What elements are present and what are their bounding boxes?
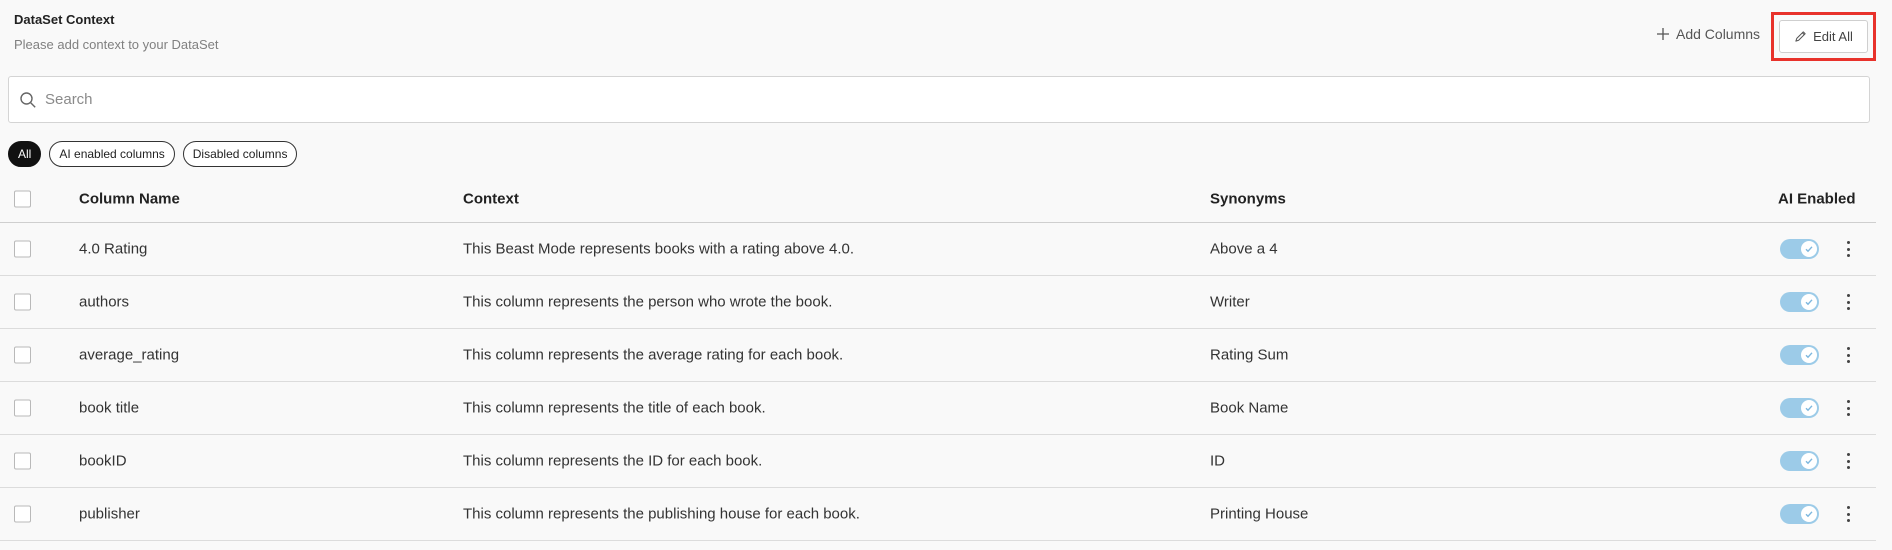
- table-row: publisher This column represents the pub…: [0, 488, 1876, 541]
- table-row: bookID This column represents the ID for…: [0, 435, 1876, 488]
- row-synonyms: Book Name: [1210, 399, 1289, 417]
- pencil-icon: [1795, 31, 1806, 42]
- page-header: DataSet Context Please add context to yo…: [14, 12, 219, 52]
- row-context: This Beast Mode represents books with a …: [463, 240, 855, 258]
- row-context: This column represents the publishing ho…: [463, 505, 860, 523]
- row-synonyms: Rating Sum: [1210, 346, 1289, 364]
- row-context: This column represents the person who wr…: [463, 293, 833, 311]
- edit-all-button[interactable]: Edit All: [1779, 20, 1868, 53]
- filter-ai-enabled[interactable]: AI enabled columns: [49, 141, 175, 167]
- search-box: [8, 76, 1870, 123]
- table-header-row: Column Name Context Synonyms AI Enabled: [0, 176, 1876, 223]
- row-synonyms: Writer: [1210, 293, 1250, 311]
- check-icon: [1805, 405, 1813, 412]
- table-row: average_rating This column represents th…: [0, 329, 1876, 382]
- ai-enabled-toggle[interactable]: [1780, 345, 1819, 365]
- row-context: This column represents the title of each…: [463, 399, 766, 417]
- check-icon: [1805, 511, 1813, 518]
- header-ai-enabled: AI Enabled: [1778, 190, 1856, 208]
- table-row: book title This column represents the ti…: [0, 382, 1876, 435]
- add-columns-button[interactable]: Add Columns: [1656, 26, 1760, 42]
- select-all-checkbox[interactable]: [14, 190, 31, 208]
- page-subtitle: Please add context to your DataSet: [14, 37, 219, 52]
- columns-table: Column Name Context Synonyms AI Enabled …: [0, 176, 1876, 541]
- filter-all[interactable]: All: [8, 141, 42, 167]
- row-synonyms: Above a 4: [1210, 240, 1278, 258]
- add-columns-label: Add Columns: [1676, 26, 1761, 42]
- filter-chips: All AI enabled columns Disabled columns: [8, 141, 298, 167]
- row-synonyms: ID: [1210, 452, 1225, 470]
- header-synonyms: Synonyms: [1210, 190, 1286, 208]
- plus-icon: [1657, 28, 1669, 40]
- row-column-name: average_rating: [79, 346, 180, 364]
- check-icon: [1805, 352, 1813, 359]
- page-title: DataSet Context: [14, 12, 115, 27]
- row-checkbox[interactable]: [14, 505, 31, 523]
- row-context: This column represents the ID for each b…: [463, 452, 763, 470]
- row-context: This column represents the average ratin…: [463, 346, 844, 364]
- row-menu-icon[interactable]: [1843, 398, 1853, 418]
- row-column-name: authors: [79, 293, 130, 311]
- check-icon: [1805, 246, 1813, 253]
- search-input[interactable]: [45, 91, 1845, 108]
- row-checkbox[interactable]: [14, 346, 31, 364]
- row-checkbox[interactable]: [14, 240, 31, 258]
- ai-enabled-toggle[interactable]: [1780, 398, 1819, 418]
- row-column-name: 4.0 Rating: [79, 240, 148, 258]
- table-row: authors This column represents the perso…: [0, 276, 1876, 329]
- ai-enabled-toggle[interactable]: [1780, 451, 1819, 471]
- table-row: 4.0 Rating This Beast Mode represents bo…: [0, 223, 1876, 276]
- row-checkbox[interactable]: [14, 293, 31, 311]
- ai-enabled-toggle[interactable]: [1780, 504, 1819, 524]
- header-column-name[interactable]: Column Name: [79, 191, 180, 208]
- row-menu-icon[interactable]: [1843, 504, 1853, 524]
- row-synonyms: Printing House: [1210, 505, 1309, 523]
- row-menu-icon[interactable]: [1843, 451, 1853, 471]
- ai-enabled-toggle[interactable]: [1780, 292, 1819, 312]
- row-column-name: publisher: [79, 505, 140, 523]
- edit-all-label: Edit All: [1813, 29, 1853, 44]
- row-checkbox[interactable]: [14, 452, 31, 470]
- ai-enabled-toggle[interactable]: [1780, 239, 1819, 259]
- row-menu-icon[interactable]: [1843, 345, 1853, 365]
- row-checkbox[interactable]: [14, 399, 31, 417]
- search-icon: [20, 91, 36, 108]
- row-menu-icon[interactable]: [1843, 239, 1853, 259]
- row-column-name: book title: [79, 399, 140, 417]
- row-column-name: bookID: [79, 452, 127, 470]
- header-context: Context: [463, 190, 519, 208]
- check-icon: [1805, 458, 1813, 465]
- filter-disabled[interactable]: Disabled columns: [182, 141, 298, 167]
- check-icon: [1805, 299, 1813, 306]
- row-menu-icon[interactable]: [1843, 292, 1853, 312]
